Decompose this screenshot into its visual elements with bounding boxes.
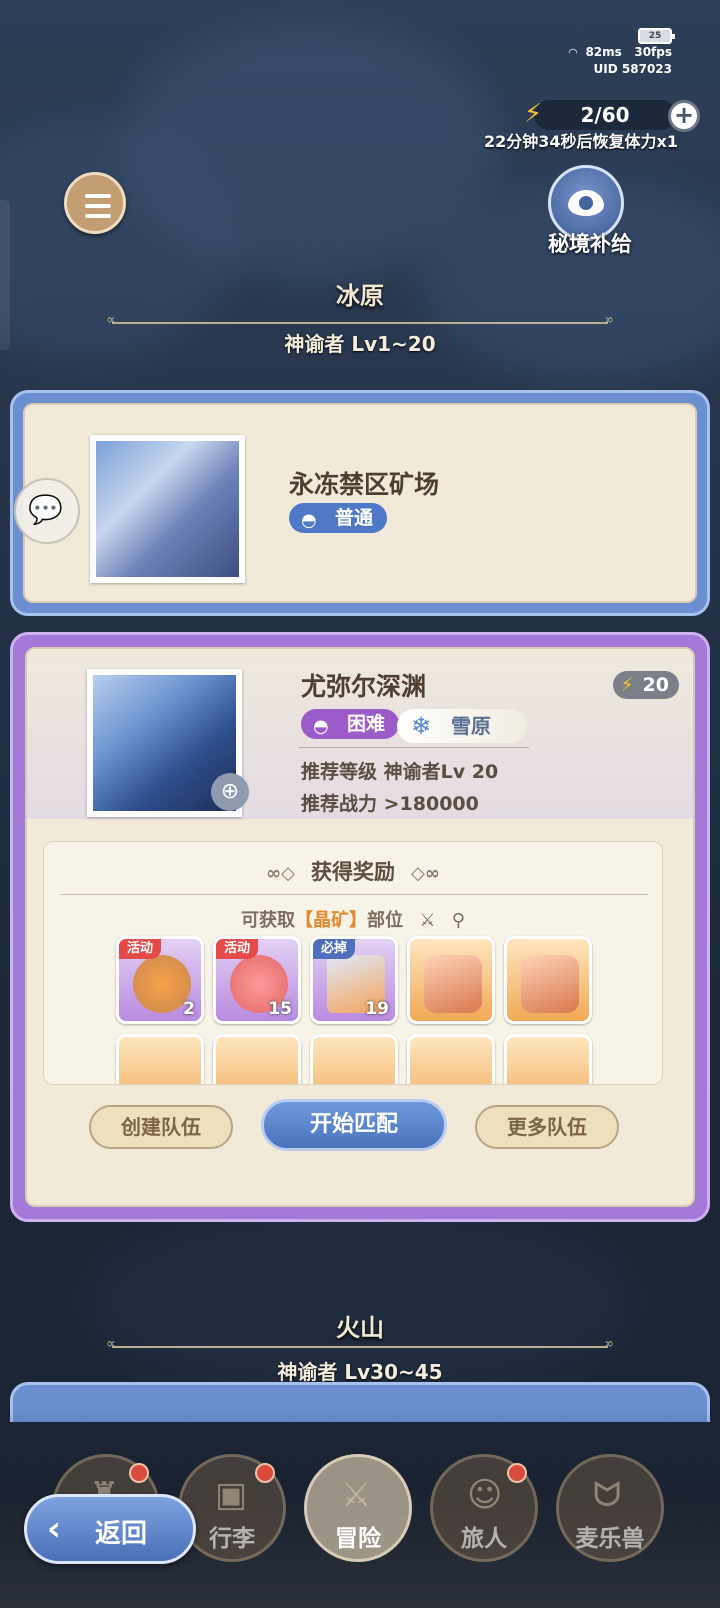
snowflake-icon: ❄ bbox=[411, 712, 432, 740]
chat-button[interactable]: 💬 bbox=[14, 478, 80, 544]
crossed-swords-icon: ⚔ bbox=[341, 1475, 372, 1515]
region-level: 神谕者 Lv1~20 bbox=[284, 332, 436, 356]
nav-item-luggage[interactable]: ▣ 行李 bbox=[178, 1454, 286, 1562]
arrow-left-icon: ‹ bbox=[47, 1509, 62, 1549]
reward-item[interactable] bbox=[407, 936, 495, 1024]
divider bbox=[106, 312, 608, 328]
zoom-in-icon[interactable]: ⊕ bbox=[211, 773, 249, 811]
eye-icon bbox=[568, 190, 604, 216]
divider bbox=[60, 894, 648, 895]
reward-item[interactable] bbox=[504, 936, 592, 1024]
item-count: 2 bbox=[183, 999, 195, 1019]
menu-button[interactable] bbox=[64, 172, 126, 234]
stamina-recover-text: 22分钟34秒后恢复体力x1 bbox=[484, 132, 678, 151]
dungeon-name: 尤弥尔深渊 bbox=[301, 672, 427, 701]
difficulty-label: 普通 bbox=[335, 507, 374, 529]
lightning-icon: ⚡ bbox=[523, 99, 543, 129]
mask-icon: ◓ bbox=[313, 716, 329, 737]
item-tag: 活动 bbox=[216, 939, 259, 959]
stamina-value: 2/60 bbox=[580, 103, 630, 127]
nav-label: 冒险 bbox=[335, 1526, 381, 1552]
back-label: 返回 bbox=[95, 1519, 148, 1549]
reward-item[interactable]: 必掉 19 bbox=[310, 936, 398, 1024]
reward-item[interactable] bbox=[116, 1034, 204, 1084]
region-level: 神谕者 Lv30~45 bbox=[277, 1360, 443, 1384]
lightning-icon: ⚡ bbox=[620, 674, 634, 696]
fps-text: 30fps bbox=[634, 45, 672, 59]
dungeon-name: 永冻禁区矿场 bbox=[289, 470, 440, 499]
notification-dot bbox=[255, 1463, 275, 1483]
nav-item-pet[interactable]: ᗢ 麦乐兽 bbox=[556, 1454, 664, 1562]
status-panel: 25 ◠ 82ms 30fps UID 587023 bbox=[568, 26, 675, 78]
crystal-icon bbox=[521, 955, 579, 1013]
nav-label: 旅人 bbox=[461, 1526, 507, 1552]
uid-text: UID 587023 bbox=[593, 62, 672, 76]
wifi-icon: ◠ bbox=[568, 46, 578, 59]
ornament-icon: ∞◇ bbox=[266, 863, 295, 884]
battery-icon: 25 bbox=[638, 28, 675, 44]
reward-item[interactable] bbox=[310, 1034, 398, 1084]
reward-item[interactable] bbox=[407, 1034, 495, 1084]
recommended-power: 推荐战力 >180000 bbox=[301, 793, 479, 815]
boot-icon: ⚲ bbox=[451, 910, 465, 931]
reward-title: ∞◇ 获得奖励 ◇∞ bbox=[266, 860, 440, 884]
item-tag: 活动 bbox=[119, 939, 162, 959]
item-count: 15 bbox=[268, 999, 292, 1019]
nav-item-adventure[interactable]: ⚔ 冒险 bbox=[304, 1454, 412, 1562]
reward-item[interactable] bbox=[504, 1034, 592, 1084]
dungeon-card-expanded: ⊕ ⚡ 20 尤弥尔深渊 ◓ 困难 ❄ 雪原 推荐等级 神谕者Lv 20 推荐战… bbox=[10, 632, 710, 1222]
nav-label: 麦乐兽 bbox=[575, 1526, 645, 1552]
stamina-cost-badge: ⚡ 20 bbox=[612, 671, 679, 699]
back-button[interactable]: ‹ 返回 bbox=[24, 1494, 196, 1564]
reward-item[interactable]: 活动 2 bbox=[116, 936, 204, 1024]
nav-label: 行李 bbox=[209, 1526, 255, 1552]
dungeon-card[interactable]: 永冻禁区矿场 ◓ 普通 bbox=[10, 390, 710, 616]
divider bbox=[106, 1336, 608, 1352]
stamina-counter[interactable]: ⚡ 2/60 bbox=[524, 99, 676, 130]
chat-bubble-icon: 💬 bbox=[28, 493, 63, 526]
create-team-button[interactable]: 创建队伍 bbox=[89, 1105, 233, 1149]
reward-panel: ∞◇ 获得奖励 ◇∞ 可获取【晶矿】部位 ⚔ ⚲ 活动 2 活动 15 必掉 1… bbox=[43, 841, 663, 1085]
reward-item[interactable]: 活动 15 bbox=[213, 936, 301, 1024]
crystal-icon bbox=[424, 955, 482, 1013]
divider bbox=[299, 747, 529, 748]
element-label: 雪原 bbox=[451, 714, 491, 738]
start-match-button[interactable]: 开始匹配 bbox=[261, 1099, 447, 1151]
ping-text: 82ms bbox=[585, 45, 622, 59]
more-teams-button[interactable]: 更多队伍 bbox=[475, 1105, 619, 1149]
difficulty-badge: ◓ 困难 bbox=[301, 709, 400, 739]
difficulty-label: 困难 bbox=[347, 713, 386, 735]
sword-icon: ⚔ bbox=[419, 910, 436, 931]
chest-icon: ▣ bbox=[215, 1475, 248, 1515]
dungeon-thumbnail bbox=[90, 435, 245, 583]
ornament-icon: ◇∞ bbox=[411, 863, 440, 884]
region-title: 冰原 bbox=[336, 282, 384, 310]
reward-parts-text: 可获取【晶矿】部位 ⚔ ⚲ bbox=[241, 910, 465, 931]
cost-value: 20 bbox=[642, 674, 669, 696]
reward-item[interactable] bbox=[213, 1034, 301, 1084]
notification-dot bbox=[507, 1463, 527, 1483]
difficulty-badge: ◓ 普通 bbox=[289, 503, 388, 533]
character-icon: ☺ bbox=[467, 1475, 503, 1515]
item-count: 19 bbox=[365, 999, 389, 1019]
mask-icon: ◓ bbox=[301, 510, 317, 531]
nav-item-traveler[interactable]: ☺ 旅人 bbox=[430, 1454, 538, 1562]
notification-dot bbox=[129, 1463, 149, 1483]
secret-supply-label[interactable]: 秘境补给 bbox=[540, 228, 640, 258]
cat-icon: ᗢ bbox=[593, 1475, 622, 1515]
element-badge: ❄ 雪原 bbox=[397, 709, 527, 743]
recommended-level: 推荐等级 神谕者Lv 20 bbox=[301, 761, 499, 783]
item-tag: 必掉 bbox=[313, 939, 356, 959]
